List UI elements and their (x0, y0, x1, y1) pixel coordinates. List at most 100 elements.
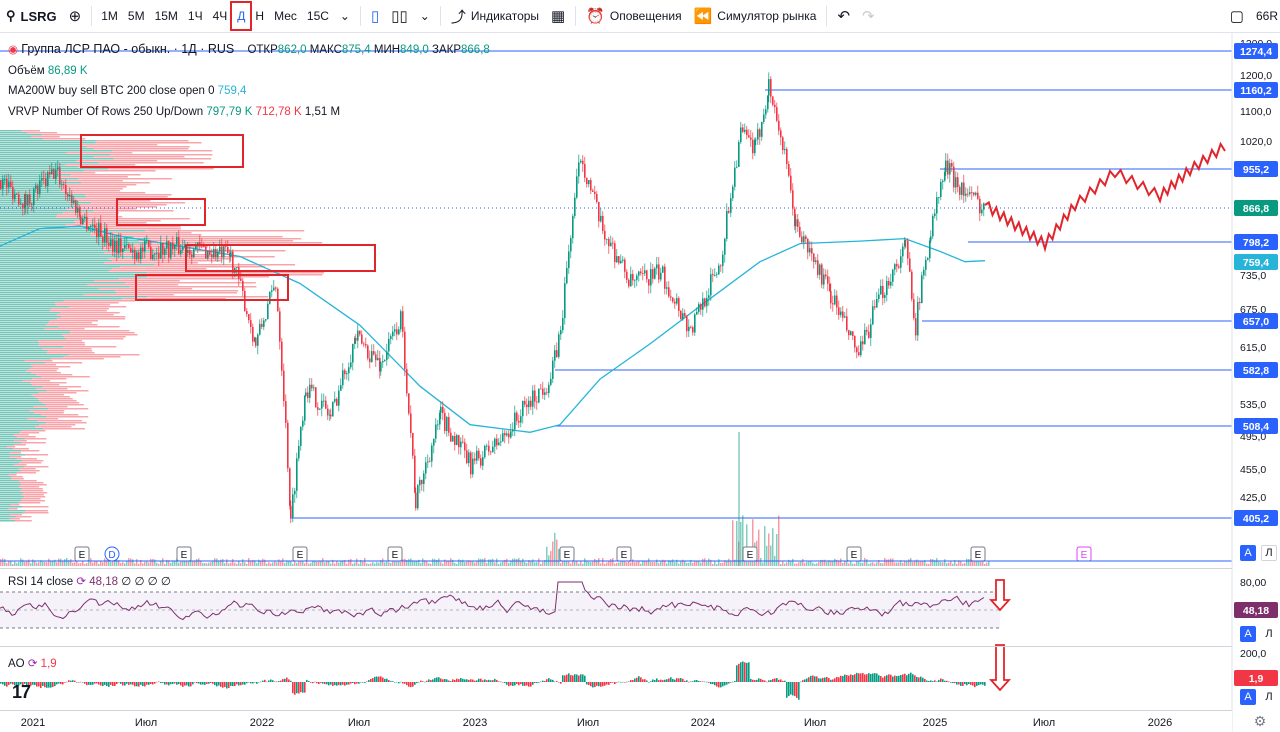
candle-body (799, 226, 801, 237)
redo-button[interactable]: ↷ (856, 0, 881, 32)
log-scale-button[interactable]: Л (1261, 545, 1277, 561)
chevron-down-icon: ⌄ (419, 9, 430, 23)
interval-week[interactable]: Н (250, 0, 269, 32)
ao-bar (166, 682, 168, 685)
candle-body (720, 265, 722, 267)
interval-15m[interactable]: 15М (150, 0, 183, 32)
profile-row-down (145, 230, 305, 232)
ao-bar (52, 682, 54, 687)
profile-row-up (0, 388, 37, 390)
interval-4h[interactable]: 4Ч (208, 0, 233, 32)
pane-separator[interactable] (0, 568, 1232, 569)
volume-bar (488, 559, 490, 566)
ao-bar (508, 682, 510, 687)
ao-bar (534, 682, 536, 684)
volume-bar (508, 563, 510, 566)
chart-style-bars-button[interactable]: ▯ (365, 0, 385, 32)
volume-bar (786, 562, 788, 566)
candle-body (325, 400, 327, 409)
interval-dropdown[interactable]: ⌄ (334, 0, 356, 32)
interval-1h[interactable]: 1Ч (183, 0, 208, 32)
pane-separator[interactable] (0, 646, 1232, 647)
candle-body (797, 219, 799, 227)
candle-body (27, 194, 29, 206)
ao-bar (560, 682, 562, 684)
replay-button[interactable]: ⏪ Симулятор рынка (688, 0, 823, 32)
rsi-legend: RSI 14 close ⟳ 48,18 ∅ ∅ ∅ ∅ (8, 574, 171, 588)
candle-body (227, 246, 229, 253)
chart-style-dropdown[interactable]: ⌄ (414, 0, 436, 32)
ao-bar (576, 674, 578, 682)
profile-row-up (0, 148, 94, 150)
interval-month[interactable]: Мес (269, 0, 302, 32)
visibility-dot-icon[interactable]: ◉ (8, 44, 18, 56)
volume-bar (144, 561, 146, 566)
ao-bar (502, 682, 504, 683)
time-axis[interactable]: 2021 Июл 2022 Июл 2023 Июл 2024 Июл 2025 Июл 2026 (0, 711, 1232, 732)
settings-gear-icon[interactable]: ⚙ (1252, 713, 1268, 729)
candle-body (285, 401, 287, 423)
interval-1m[interactable]: 1М (96, 0, 123, 32)
candle-body (911, 271, 913, 300)
volume-bar (590, 562, 592, 566)
candle-body (6, 179, 8, 188)
candle-body (375, 354, 377, 361)
volume-bar (102, 562, 104, 566)
price-tick: 735,0 (1240, 270, 1266, 282)
volume-bar (534, 562, 536, 566)
ao-bar (274, 681, 276, 683)
templates-button[interactable]: ▦ (545, 0, 571, 32)
candle-body (94, 224, 96, 229)
candle-body (45, 178, 47, 186)
ao-bar (294, 682, 296, 695)
compare-button[interactable]: ⊕ (63, 0, 88, 32)
ao-bar (390, 681, 392, 682)
rsi-auto-scale-button[interactable]: A (1240, 626, 1256, 642)
candle-body (394, 329, 396, 332)
ao-bar (626, 681, 628, 683)
layout-button[interactable]: ▢ (1224, 0, 1250, 32)
candle-body (817, 260, 819, 275)
auto-scale-button[interactable]: A (1240, 545, 1256, 561)
volume-bar (932, 559, 934, 566)
rsi-log-scale-button[interactable]: Л (1261, 626, 1277, 642)
profile-row-down (18, 480, 37, 482)
alerts-button[interactable]: ⏰ Оповещения (580, 0, 687, 32)
chart-canvas[interactable]: EDEEEEEEEEE 1300,01200,01100,01020,0735,… (0, 33, 1280, 732)
interval-15s[interactable]: 15С (302, 0, 334, 32)
profile-row-down (21, 498, 41, 500)
candle-body (932, 215, 934, 237)
ao-bar (740, 662, 742, 682)
candle-body (726, 210, 728, 239)
ao-log-scale-button[interactable]: Л (1261, 689, 1277, 705)
chart-style-candles-button[interactable]: ▯▯ (385, 0, 414, 32)
interval-day[interactable]: Д (230, 1, 253, 31)
ao-bar (766, 681, 768, 683)
profile-row-down (42, 402, 80, 404)
candle-body (728, 210, 730, 213)
interval-5m[interactable]: 5М (123, 0, 150, 32)
candle-body (248, 314, 250, 321)
profile-row-down (86, 146, 190, 148)
candle-body (4, 179, 6, 180)
candle-body (136, 252, 138, 260)
candle-body (454, 436, 456, 445)
profile-row-down (125, 282, 256, 284)
ao-bar (550, 679, 552, 682)
ao-auto-scale-button[interactable]: A (1240, 689, 1256, 705)
volume-bar (112, 561, 114, 566)
candle-body (240, 278, 242, 281)
volume-bar (0, 559, 2, 566)
candle-body (900, 256, 902, 268)
candle-body (650, 269, 652, 286)
undo-button[interactable]: ↶ (831, 0, 856, 32)
candle-body (271, 290, 273, 292)
volume-bar (700, 562, 702, 566)
profile-row-down (14, 444, 26, 446)
indicators-button[interactable]: ⤴ Индикаторы (445, 0, 545, 32)
candle-body (951, 163, 953, 167)
ao-bar (442, 679, 444, 682)
symbol-search[interactable]: ⚲ LSRG (0, 0, 63, 32)
candle-body (14, 193, 16, 200)
profile-row-up (0, 394, 32, 396)
